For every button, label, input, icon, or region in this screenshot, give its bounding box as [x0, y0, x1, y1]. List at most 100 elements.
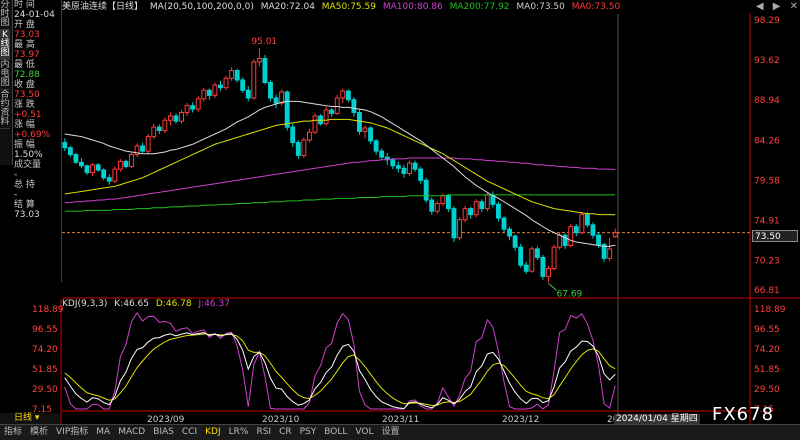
kdj-axis-label-left: 29.50 [32, 385, 58, 395]
candle-body [568, 226, 574, 246]
candle-body [395, 165, 401, 169]
watermark-logo: FX678 [712, 404, 775, 425]
indicator-tab[interactable]: BIAS [149, 427, 178, 437]
price-axis-label: 66.81 [754, 286, 780, 296]
candle-body [551, 246, 557, 270]
indicator-tab[interactable]: 指标 [0, 427, 26, 437]
indicator-tab[interactable]: CR [275, 427, 296, 437]
info-value: 73.50 [14, 90, 40, 100]
candle-body [123, 160, 129, 168]
kdj-k-line [64, 332, 616, 410]
candle-body [117, 160, 123, 170]
candle-body [101, 169, 107, 179]
info-value: 1.50% [14, 150, 43, 160]
candle-body [418, 168, 424, 181]
info-label: 开 盘 [14, 20, 35, 30]
candle-body [79, 161, 84, 167]
side-tab-contract-info[interactable]: 合约资料 [0, 90, 10, 129]
candle-body [184, 105, 190, 114]
candle-body [507, 228, 513, 237]
candle-body [190, 105, 196, 110]
indicator-tab[interactable]: PSY [296, 427, 321, 437]
kdj-indicator-chart[interactable]: 118.89 118.89 96.55 96.55 74.20 74.20 51.85 51.… [0, 299, 800, 424]
candle-body [362, 127, 368, 132]
candle-body [234, 70, 240, 81]
indicator-tab[interactable]: BOLL [320, 427, 351, 437]
indicator-tab[interactable]: VIP指标 [52, 427, 92, 437]
candle-body [529, 248, 535, 272]
kdj-axis-label-left: 96.55 [32, 325, 58, 335]
candle-body [329, 109, 335, 114]
side-tab-bar: 分时图 K线图 内电图 合约资料 [0, 0, 13, 165]
candlestick-chart[interactable]: 98.29 93.62 88.94 84.26 79.58 74.91 70.23 66.81… [62, 14, 800, 299]
candle-body [73, 154, 79, 163]
candle-body [445, 195, 451, 210]
indicator-tab[interactable]: LR% [225, 427, 253, 437]
indicator-tab[interactable]: VOL [351, 427, 377, 437]
period-selector[interactable]: 日线 ▾ [0, 413, 60, 424]
candle-body [345, 90, 351, 101]
candle-body [268, 82, 273, 99]
candle-body [451, 208, 457, 239]
candle-body [501, 217, 507, 230]
x-axis-date-label: 2023/11 [382, 415, 419, 424]
candle-body [557, 234, 563, 248]
candle-body [429, 199, 435, 212]
candle-body [95, 164, 101, 171]
info-value: 24-01-04 [14, 10, 55, 20]
candle-body [290, 126, 296, 144]
price-axis-label: 98.29 [754, 16, 780, 26]
side-tab-kline[interactable]: K线图 [0, 30, 10, 60]
candle-body [357, 112, 362, 132]
candle-body [173, 115, 179, 122]
prev-arrow-icon[interactable]: ◀ [756, 1, 764, 12]
price-axis-label: 70.23 [754, 257, 780, 267]
candle-body [151, 126, 157, 138]
close-icon[interactable]: ✕ [790, 1, 798, 12]
side-tab-timeshare[interactable]: 分时图 [0, 0, 10, 30]
candle-body [468, 208, 474, 216]
info-label: 最 高 [14, 40, 35, 50]
indicator-tab-bar: 指标 模析 VIP指标 MA MACD BIAS CCI KDJ LR% RSI CR PSY BOLL… [0, 424, 800, 440]
candle-body [251, 61, 257, 99]
candle-body [596, 234, 601, 246]
candle-body [534, 248, 540, 258]
info-value: 73.03 [14, 30, 40, 40]
candle-body [407, 162, 412, 174]
indicator-tab[interactable]: CCI [178, 427, 201, 437]
ma200-value: MA200:77.92 [449, 2, 510, 12]
candle-body [412, 162, 418, 170]
kdj-axis-label-left: 51.85 [32, 365, 58, 375]
x-axis-date-label: 2023/12 [502, 415, 539, 424]
x-axis-date-label: 2023/09 [147, 415, 185, 424]
ma0-value-b: MA0:73.50 [571, 2, 621, 12]
candle-body [496, 203, 501, 219]
candle-body [84, 165, 90, 174]
instrument-name: 美原油连续 [62, 2, 108, 12]
indicator-tab[interactable]: 设置 [378, 427, 404, 437]
indicator-tab[interactable]: RSI [252, 427, 275, 437]
candle-body [223, 77, 229, 89]
candle-body [201, 89, 207, 100]
candle-body [240, 79, 246, 91]
candle-body [373, 140, 379, 152]
candle-body [462, 208, 468, 221]
indicator-tab[interactable]: 模析 [26, 427, 52, 437]
candle-body [145, 136, 151, 152]
candle-body [167, 115, 173, 121]
candle-body [284, 91, 290, 128]
candle-body [279, 91, 285, 104]
info-value: - [14, 170, 18, 180]
kdj-j-line [64, 311, 616, 410]
indicator-tab[interactable]: MACD [114, 427, 149, 437]
indicator-tab[interactable]: KDJ [201, 427, 225, 437]
indicator-tab[interactable]: MA [92, 427, 114, 437]
info-value: +0.51 [14, 110, 42, 120]
info-label: 涨 跌 [14, 100, 35, 110]
side-tab-internal[interactable]: 内电图 [0, 60, 10, 90]
candle-body [112, 168, 118, 182]
next-arrow-icon[interactable]: ▶ [773, 1, 781, 12]
high-annotation: 95.01 [251, 37, 277, 47]
ma-params[interactable]: MA(20,50,100,200,0,0) [150, 2, 254, 12]
ma50-line [64, 118, 616, 216]
